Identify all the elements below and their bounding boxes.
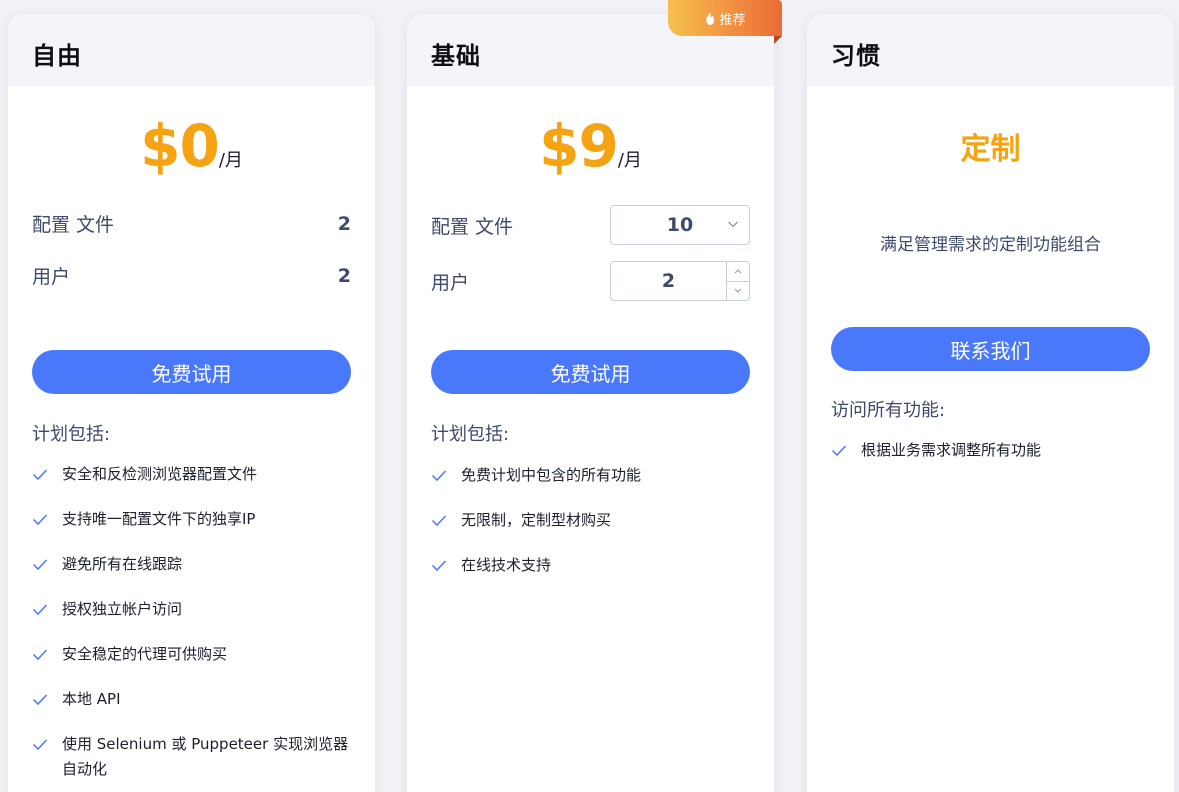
- check-icon: [431, 470, 447, 482]
- contact-us-button[interactable]: 联系我们: [831, 327, 1150, 371]
- profiles-select[interactable]: 10: [610, 205, 750, 245]
- plan-price: $9/月: [407, 112, 774, 180]
- plan-title: 习惯: [831, 42, 881, 70]
- check-icon: [32, 469, 48, 481]
- custom-description: 满足管理需求的定制功能组合: [880, 235, 1101, 255]
- includes-label: 计划包括:: [431, 424, 510, 445]
- price-unit: /月: [617, 150, 642, 171]
- profiles-value: 2: [337, 212, 351, 235]
- flame-icon: [706, 11, 715, 25]
- feature-text: 无限制，定制型材购买: [461, 511, 612, 529]
- feature-list: 安全和反检测浏览器配置文件 支持唯一配置文件下的独享IP 避免所有在线跟踪 授权独立帐…: [32, 462, 351, 792]
- chevron-up-icon: [734, 269, 742, 274]
- free-trial-button[interactable]: 免费试用: [32, 350, 351, 394]
- feature-text: 避免所有在线跟踪: [62, 555, 183, 573]
- feature-text: 在线技术支持: [461, 556, 552, 574]
- feature-item: 无限制，定制型材购买: [431, 508, 750, 533]
- feature-item: 安全和反检测浏览器配置文件: [32, 462, 351, 487]
- plan-price: $0/月: [8, 112, 375, 180]
- feature-item: 免费计划中包含的所有功能: [431, 463, 750, 488]
- feature-text: 使用 Selenium 或 Puppeteer 实现浏览器自动化: [62, 735, 349, 778]
- check-icon: [831, 445, 847, 457]
- check-icon: [32, 604, 48, 616]
- users-value: 2: [337, 264, 351, 287]
- feature-text: 授权独立帐户访问: [62, 600, 183, 618]
- feature-item: 支持唯一配置文件下的独享IP: [32, 507, 351, 532]
- feature-item: 使用 Selenium 或 Puppeteer 实现浏览器自动化: [32, 732, 351, 782]
- feature-text: 本地 API: [62, 690, 121, 708]
- includes-label: 计划包括:: [32, 424, 111, 445]
- free-trial-button[interactable]: 免费试用: [431, 350, 750, 394]
- plan-header: 习惯: [807, 14, 1174, 86]
- feature-text: 安全和反检测浏览器配置文件: [62, 465, 258, 483]
- users-stepper-input[interactable]: 2: [611, 262, 727, 300]
- pricing-cards: 自由 $0/月 配置 文件 2 用户 2 免费试用 计划包括: 安全和反检测浏览…: [0, 0, 1179, 792]
- includes-label: 访问所有功能:: [831, 400, 946, 421]
- custom-headline: 定制: [960, 132, 1021, 167]
- plan-header: 自由: [8, 14, 375, 86]
- stepper-increment-button[interactable]: [727, 262, 749, 282]
- plan-card-custom: 习惯 定制 满足管理需求的定制功能组合 联系我们 访问所有功能: 根据业务需求调…: [807, 14, 1174, 792]
- profiles-row: 配置 文件 10: [431, 205, 750, 245]
- feature-text: 安全稳定的代理可供购买: [62, 645, 228, 663]
- feature-item: 安全稳定的代理可供购买: [32, 642, 351, 667]
- profiles-label: 配置 文件: [32, 214, 115, 236]
- check-icon: [431, 560, 447, 572]
- check-icon: [32, 739, 48, 751]
- profiles-label: 配置 文件: [431, 215, 514, 238]
- chevron-down-icon: [728, 221, 738, 228]
- plan-title: 基础: [431, 42, 481, 70]
- check-icon: [32, 649, 48, 661]
- price-unit: /月: [218, 150, 243, 171]
- users-label: 用户: [32, 266, 71, 288]
- price-amount: $9: [539, 112, 619, 180]
- stepper-decrement-button[interactable]: [727, 282, 749, 301]
- feature-item: 本地 API: [32, 687, 351, 712]
- feature-list: 免费计划中包含的所有功能 无限制，定制型材购买 在线技术支持: [431, 463, 750, 598]
- badge-label: 推荐: [719, 12, 746, 28]
- feature-item: 授权独立帐户访问: [32, 597, 351, 622]
- users-label: 用户: [431, 271, 470, 294]
- stepper-arrows: [727, 262, 749, 300]
- feature-item: 避免所有在线跟踪: [32, 552, 351, 577]
- plan-title: 自由: [32, 42, 82, 70]
- feature-text: 支持唯一配置文件下的独享IP: [62, 510, 256, 528]
- check-icon: [32, 559, 48, 571]
- plan-card-basic: 推荐 基础 $9/月 配置 文件 10 用户 2 免费试用 计划包括: 免费计划…: [407, 0, 782, 792]
- feature-text: 根据业务需求调整所有功能: [861, 441, 1042, 459]
- users-row: 用户 2: [32, 262, 351, 289]
- check-icon: [32, 514, 48, 526]
- check-icon: [32, 694, 48, 706]
- feature-list: 根据业务需求调整所有功能: [831, 438, 1150, 483]
- plan-card-free: 自由 $0/月 配置 文件 2 用户 2 免费试用 计划包括: 安全和反检测浏览…: [8, 14, 375, 792]
- profiles-select-value: 10: [666, 214, 694, 236]
- feature-item: 根据业务需求调整所有功能: [831, 438, 1150, 463]
- recommended-badge: 推荐: [668, 0, 782, 44]
- profiles-row: 配置 文件 2: [32, 210, 351, 237]
- feature-text: 免费计划中包含的所有功能: [461, 466, 642, 484]
- chevron-down-icon: [734, 288, 742, 293]
- users-stepper: 2: [610, 261, 750, 301]
- users-row: 用户 2: [431, 261, 750, 301]
- feature-item: 在线技术支持: [431, 553, 750, 578]
- price-amount: $0: [140, 112, 220, 180]
- check-icon: [431, 515, 447, 527]
